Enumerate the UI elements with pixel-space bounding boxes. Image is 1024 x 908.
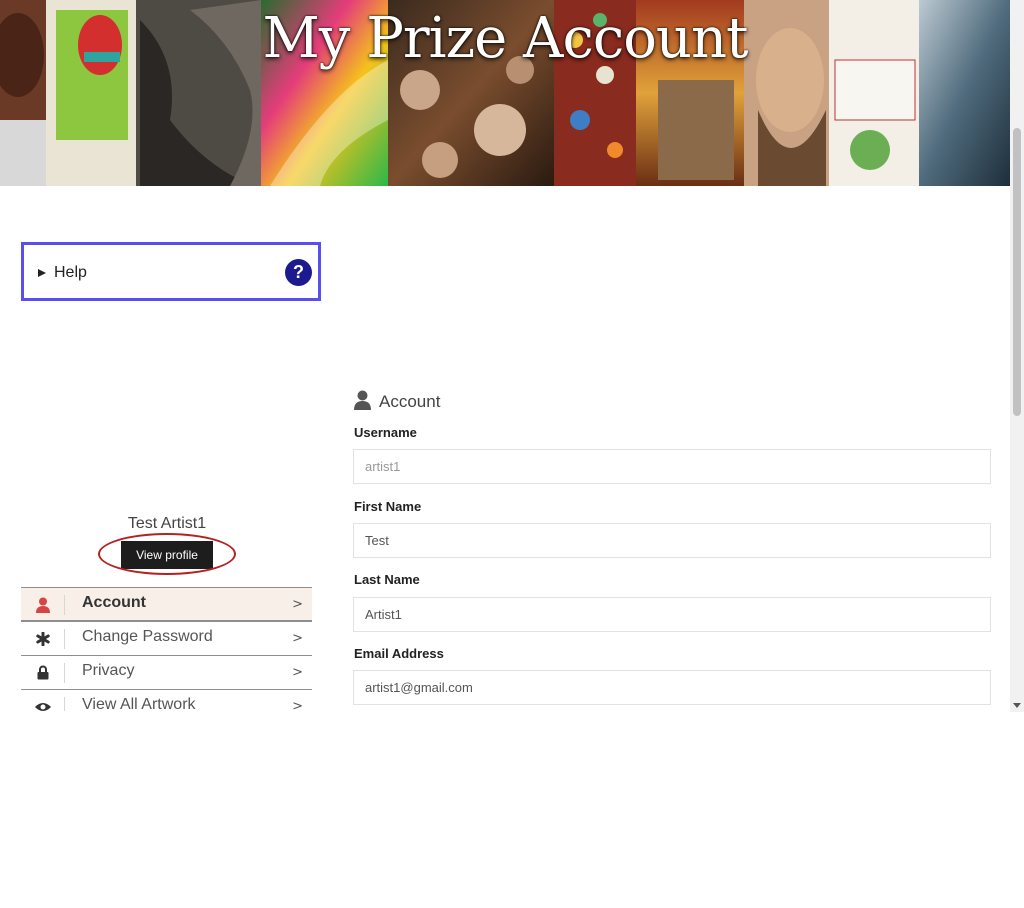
scrollbar-thumb[interactable] [1013, 128, 1021, 416]
email-field[interactable] [353, 670, 991, 705]
disclosure-triangle-icon [38, 269, 46, 277]
page-scrollbar[interactable] [1010, 0, 1024, 712]
view-profile-button[interactable]: View profile [121, 541, 213, 569]
eye-icon [21, 690, 64, 711]
menu-separator [64, 629, 65, 649]
first-name-label: First Name [354, 499, 422, 514]
chevron-right-icon: > [292, 597, 303, 612]
last-name-field[interactable] [353, 597, 991, 632]
scroll-down-arrow-icon[interactable] [1013, 703, 1021, 708]
help-label: Help [54, 264, 87, 281]
user-icon [354, 390, 371, 414]
menu-item-change-password[interactable]: Change Password > [21, 621, 312, 655]
asterisk-icon [21, 622, 64, 655]
lock-icon [21, 656, 64, 689]
menu-item-label: Privacy [82, 662, 135, 679]
page-title: My Prize Account [262, 6, 748, 71]
last-name-label: Last Name [354, 572, 420, 587]
menu-separator [64, 697, 65, 711]
email-label: Email Address [354, 646, 444, 661]
menu-item-account[interactable]: Account > [21, 587, 312, 621]
user-icon [21, 588, 64, 621]
first-name-field[interactable] [353, 523, 991, 558]
account-section-header: Account [354, 390, 440, 414]
menu-item-view-all-artwork[interactable]: View All Artwork > [21, 689, 312, 711]
chevron-right-icon: > [292, 631, 303, 646]
question-circle-icon[interactable]: ? [285, 259, 312, 286]
chevron-right-icon: > [292, 665, 303, 680]
menu-item-label: Change Password [82, 628, 213, 645]
account-section-title: Account [379, 392, 441, 411]
menu-item-label: Account [82, 594, 146, 611]
chevron-right-icon: > [292, 699, 303, 711]
help-toggle[interactable]: Help ? [21, 242, 321, 301]
profile-name: Test Artist1 [127, 515, 207, 532]
header-banner: My Prize Account [0, 0, 1010, 186]
account-side-menu: Account > Change Password > Privacy > Vi… [21, 587, 312, 711]
menu-item-privacy[interactable]: Privacy > [21, 655, 312, 689]
username-label: Username [354, 425, 417, 440]
menu-item-label: View All Artwork [82, 696, 196, 711]
menu-separator [64, 595, 65, 615]
menu-separator [64, 663, 65, 683]
username-field[interactable] [353, 449, 991, 484]
